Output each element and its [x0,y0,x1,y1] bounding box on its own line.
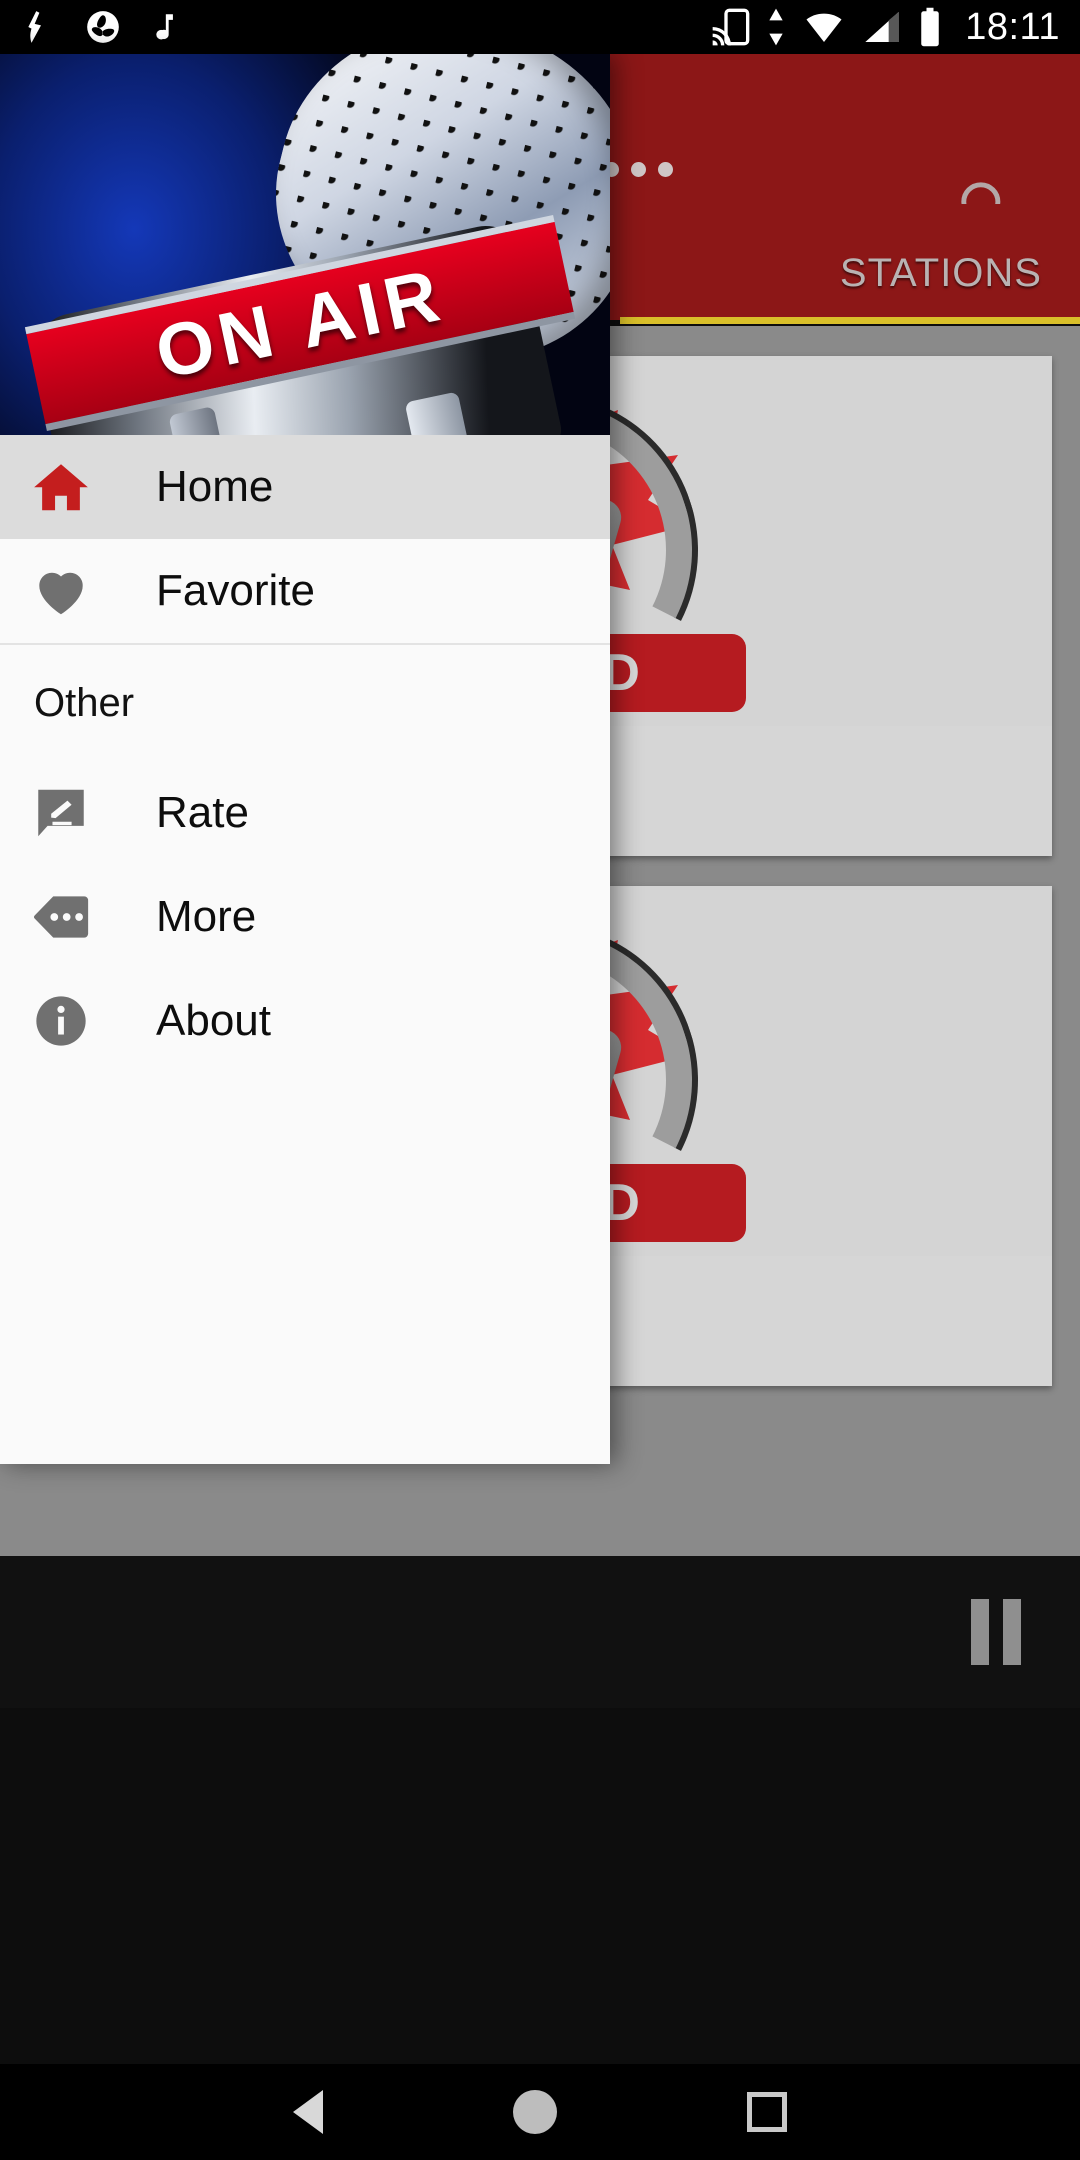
drawer-item-favorite-label: Favorite [156,566,315,615]
drawer-item-more[interactable]: More [0,865,610,969]
drawer-item-rate-label: Rate [156,788,249,837]
system-navigation-bar [0,2064,1080,2160]
drawer-header: ON AIR [0,54,610,435]
home-icon [28,454,94,520]
data-transfer-icon [769,8,783,46]
more-tag-dots-icon [28,884,94,950]
phone-screen: 18:11 STATIONS ON AIR Home Favorite Othe… [0,0,1080,2160]
pause-button[interactable] [952,1590,1040,1674]
camera-aperture-icon [87,11,119,43]
more-options-icon[interactable] [604,162,673,177]
tab-stations[interactable]: STATIONS [840,251,1042,296]
home-button[interactable] [513,2090,557,2134]
status-bar-left-icons [0,8,180,46]
drawer-item-about[interactable]: About [0,969,610,1073]
drawer-section-other: Other [0,645,610,761]
wifi-icon [806,13,842,42]
heart-icon [28,558,94,624]
info-circle-icon [28,988,94,1054]
drawer-item-about-label: About [156,996,271,1045]
broom-icon [28,11,41,43]
status-bar-clock: 18:11 [965,5,1060,48]
drawer-item-home-label: Home [156,462,274,511]
recents-button[interactable] [747,2092,787,2132]
cast-screen-icon [712,8,750,46]
player-bar [0,1556,1080,1708]
status-bar: 18:11 [0,0,1080,54]
music-note-icon [156,14,173,40]
battery-icon [921,7,939,47]
status-bar-right-icons: 18:11 [711,6,1080,49]
drawer-item-favorite[interactable]: Favorite [0,539,610,643]
drawer-item-home[interactable]: Home [0,435,610,539]
rate-comment-pencil-icon [28,780,94,846]
drawer-item-more-label: More [156,892,257,941]
signal-icon [865,12,899,42]
navigation-drawer: ON AIR Home Favorite Other Rate More Abo… [0,54,610,1464]
tab-selected-indicator [620,317,1080,324]
back-button[interactable] [293,2090,323,2134]
drawer-item-rate[interactable]: Rate [0,761,610,865]
